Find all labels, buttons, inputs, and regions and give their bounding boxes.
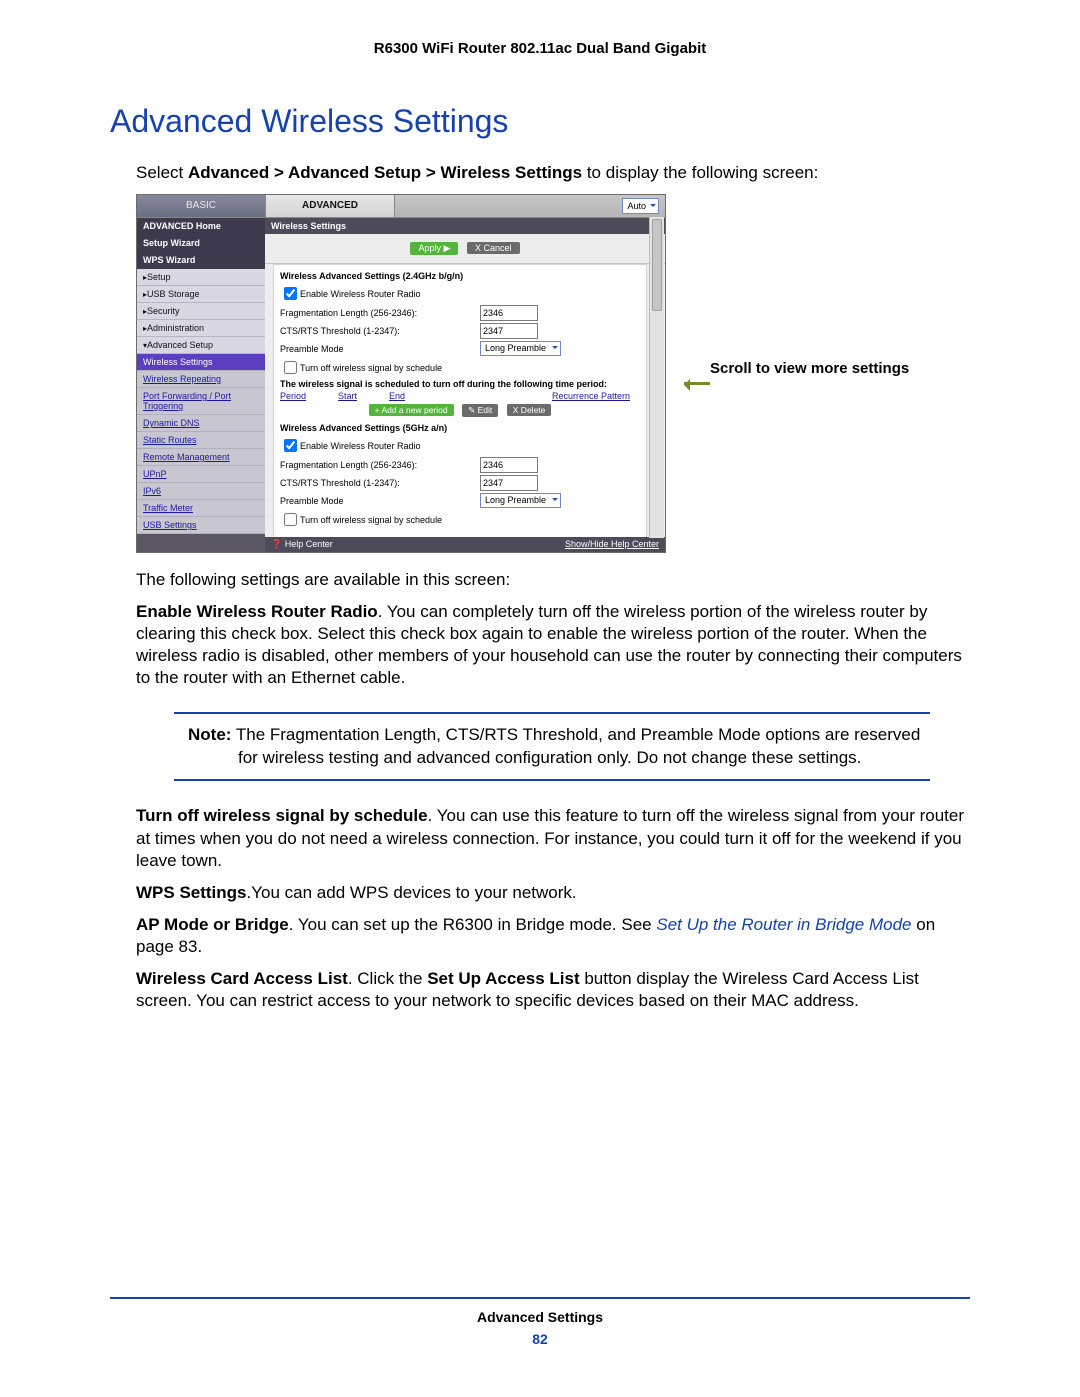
schedule-bold: Turn off wireless signal by schedule bbox=[136, 806, 428, 825]
show-hide-help-link[interactable]: Show/Hide Help Center bbox=[565, 539, 659, 550]
enable-radio-5-label: Enable Wireless Router Radio bbox=[300, 441, 421, 451]
main-title: Wireless Settings bbox=[265, 218, 665, 234]
sidebar-traffic[interactable]: Traffic Meter bbox=[137, 500, 265, 517]
page-header: R6300 WiFi Router 802.11ac Dual Band Gig… bbox=[110, 40, 970, 57]
sidebar-setup[interactable]: Setup bbox=[137, 269, 265, 286]
note-text: The Fragmentation Length, CTS/RTS Thresh… bbox=[231, 725, 920, 767]
page-title: Advanced Wireless Settings bbox=[110, 103, 970, 140]
auto-dropdown[interactable]: Auto bbox=[622, 198, 659, 214]
enable-radio-5-checkbox[interactable] bbox=[284, 439, 297, 452]
frag-5-label: Fragmentation Length (256-2346): bbox=[280, 460, 480, 470]
cts-24-label: CTS/RTS Threshold (1-2347): bbox=[280, 326, 480, 336]
help-footer: ❓ Help Center Show/Hide Help Center bbox=[265, 537, 665, 552]
enable-radio-bold: Enable Wireless Router Radio bbox=[136, 602, 378, 621]
para-wps: WPS Settings.You can add WPS devices to … bbox=[136, 882, 970, 904]
edit-period-button[interactable]: ✎ Edit bbox=[462, 404, 498, 417]
ap-mid: . You can set up the R6300 in Bridge mod… bbox=[289, 915, 657, 934]
page-footer: Advanced Settings 82 bbox=[110, 1297, 970, 1347]
scrollbar-thumb[interactable] bbox=[652, 219, 662, 311]
col-start: Start bbox=[338, 391, 357, 401]
add-period-button[interactable]: + Add a new period bbox=[369, 404, 454, 416]
sidebar-ddns[interactable]: Dynamic DNS bbox=[137, 415, 265, 432]
intro-suffix: to display the following screen: bbox=[582, 163, 818, 182]
col-end: End bbox=[389, 391, 405, 401]
acl-bold: Wireless Card Access List bbox=[136, 969, 348, 988]
heading-24ghz: Wireless Advanced Settings (2.4GHz b/g/n… bbox=[280, 271, 640, 281]
sched-5-checkbox[interactable] bbox=[284, 513, 297, 526]
preamble-5-label: Preamble Mode bbox=[280, 496, 480, 506]
preamble-24-label: Preamble Mode bbox=[280, 344, 480, 354]
sidebar-usb-settings[interactable]: USB Settings bbox=[137, 517, 265, 534]
enable-radio-24-label: Enable Wireless Router Radio bbox=[300, 289, 421, 299]
callout-text: Scroll to view more settings bbox=[710, 360, 909, 377]
intro-prefix: Select bbox=[136, 163, 188, 182]
sidebar-wireless-repeating[interactable]: Wireless Repeating bbox=[137, 371, 265, 388]
tab-advanced[interactable]: ADVANCED bbox=[266, 195, 395, 217]
preamble-24-dropdown[interactable]: Long Preamble bbox=[480, 341, 561, 356]
sched-24-label: Turn off wireless signal by schedule bbox=[300, 363, 442, 373]
cts-24-input[interactable] bbox=[480, 323, 538, 339]
intro-line: Select Advanced > Advanced Setup > Wirel… bbox=[136, 162, 970, 184]
bridge-mode-link[interactable]: Set Up the Router in Bridge Mode bbox=[656, 915, 911, 934]
enable-radio-24-checkbox[interactable] bbox=[284, 287, 297, 300]
sched-msg: The wireless signal is scheduled to turn… bbox=[280, 379, 640, 389]
tab-bar: BASIC ADVANCED Auto bbox=[137, 195, 665, 218]
para-access-list: Wireless Card Access List. Click the Set… bbox=[136, 968, 970, 1012]
note-label: Note: bbox=[188, 725, 231, 744]
sched-24-checkbox[interactable] bbox=[284, 361, 297, 374]
para-enable-radio: Enable Wireless Router Radio. You can co… bbox=[136, 601, 970, 689]
sidebar-administration[interactable]: Administration bbox=[137, 320, 265, 337]
wps-text: .You can add WPS devices to your network… bbox=[247, 883, 577, 902]
cts-5-label: CTS/RTS Threshold (1-2347): bbox=[280, 478, 480, 488]
panel-24ghz: Wireless Advanced Settings (2.4GHz b/g/n… bbox=[273, 264, 647, 538]
sidebar-remote-mgmt[interactable]: Remote Management bbox=[137, 449, 265, 466]
main-panel: Wireless Settings Apply ▶ X Cancel Wirel… bbox=[265, 218, 665, 552]
frag-24-label: Fragmentation Length (256-2346): bbox=[280, 308, 480, 318]
scrollbar[interactable] bbox=[649, 217, 664, 538]
frag-24-input[interactable] bbox=[480, 305, 538, 321]
help-center-link[interactable]: ❓ Help Center bbox=[271, 539, 333, 550]
intro-path: Advanced > Advanced Setup > Wireless Set… bbox=[188, 163, 582, 182]
sidebar-port-fwd[interactable]: Port Forwarding / Port Triggering bbox=[137, 388, 265, 415]
sched-5-label: Turn off wireless signal by schedule bbox=[300, 515, 442, 525]
sidebar-advanced-setup[interactable]: Advanced Setup bbox=[137, 337, 265, 354]
acl-mid: . Click the bbox=[348, 969, 427, 988]
col-recurrence: Recurrence Pattern bbox=[552, 391, 630, 401]
para-schedule: Turn off wireless signal by schedule. Yo… bbox=[136, 805, 970, 871]
apply-button[interactable]: Apply ▶ bbox=[410, 242, 458, 255]
wps-bold: WPS Settings bbox=[136, 883, 247, 902]
preamble-5-dropdown[interactable]: Long Preamble bbox=[480, 493, 561, 508]
note-box: Note: The Fragmentation Length, CTS/RTS … bbox=[174, 712, 930, 782]
heading-5ghz: Wireless Advanced Settings (5GHz a/n) bbox=[280, 423, 640, 433]
sidebar-upnp[interactable]: UPnP bbox=[137, 466, 265, 483]
settings-intro: The following settings are available in … bbox=[136, 569, 970, 591]
footer-section: Advanced Settings bbox=[110, 1309, 970, 1325]
delete-period-button[interactable]: X Delete bbox=[507, 404, 552, 416]
sidebar: ADVANCED Home Setup Wizard WPS Wizard Se… bbox=[137, 218, 265, 552]
sidebar-advanced-home[interactable]: ADVANCED Home bbox=[137, 218, 265, 235]
cts-5-input[interactable] bbox=[480, 475, 538, 491]
acl-bold2: Set Up Access List bbox=[427, 969, 579, 988]
ap-bold: AP Mode or Bridge bbox=[136, 915, 289, 934]
footer-page-number: 82 bbox=[110, 1331, 970, 1347]
sidebar-ipv6[interactable]: IPv6 bbox=[137, 483, 265, 500]
sidebar-static-routes[interactable]: Static Routes bbox=[137, 432, 265, 449]
sidebar-setup-wizard[interactable]: Setup Wizard bbox=[137, 235, 265, 252]
router-screenshot: BASIC ADVANCED Auto ADVANCED Home Setup … bbox=[136, 194, 666, 553]
sidebar-usb[interactable]: USB Storage bbox=[137, 286, 265, 303]
sidebar-wps-wizard[interactable]: WPS Wizard bbox=[137, 252, 265, 269]
callout-arrow-icon bbox=[684, 382, 710, 385]
cancel-button[interactable]: X Cancel bbox=[467, 242, 520, 254]
para-ap-mode: AP Mode or Bridge. You can set up the R6… bbox=[136, 914, 970, 958]
sched-header: Period Start End Recurrence Pattern bbox=[280, 391, 640, 401]
sidebar-security[interactable]: Security bbox=[137, 303, 265, 320]
frag-5-input[interactable] bbox=[480, 457, 538, 473]
col-period: Period bbox=[280, 391, 306, 401]
sidebar-wireless-settings[interactable]: Wireless Settings bbox=[137, 354, 265, 371]
tab-basic[interactable]: BASIC bbox=[137, 195, 266, 217]
